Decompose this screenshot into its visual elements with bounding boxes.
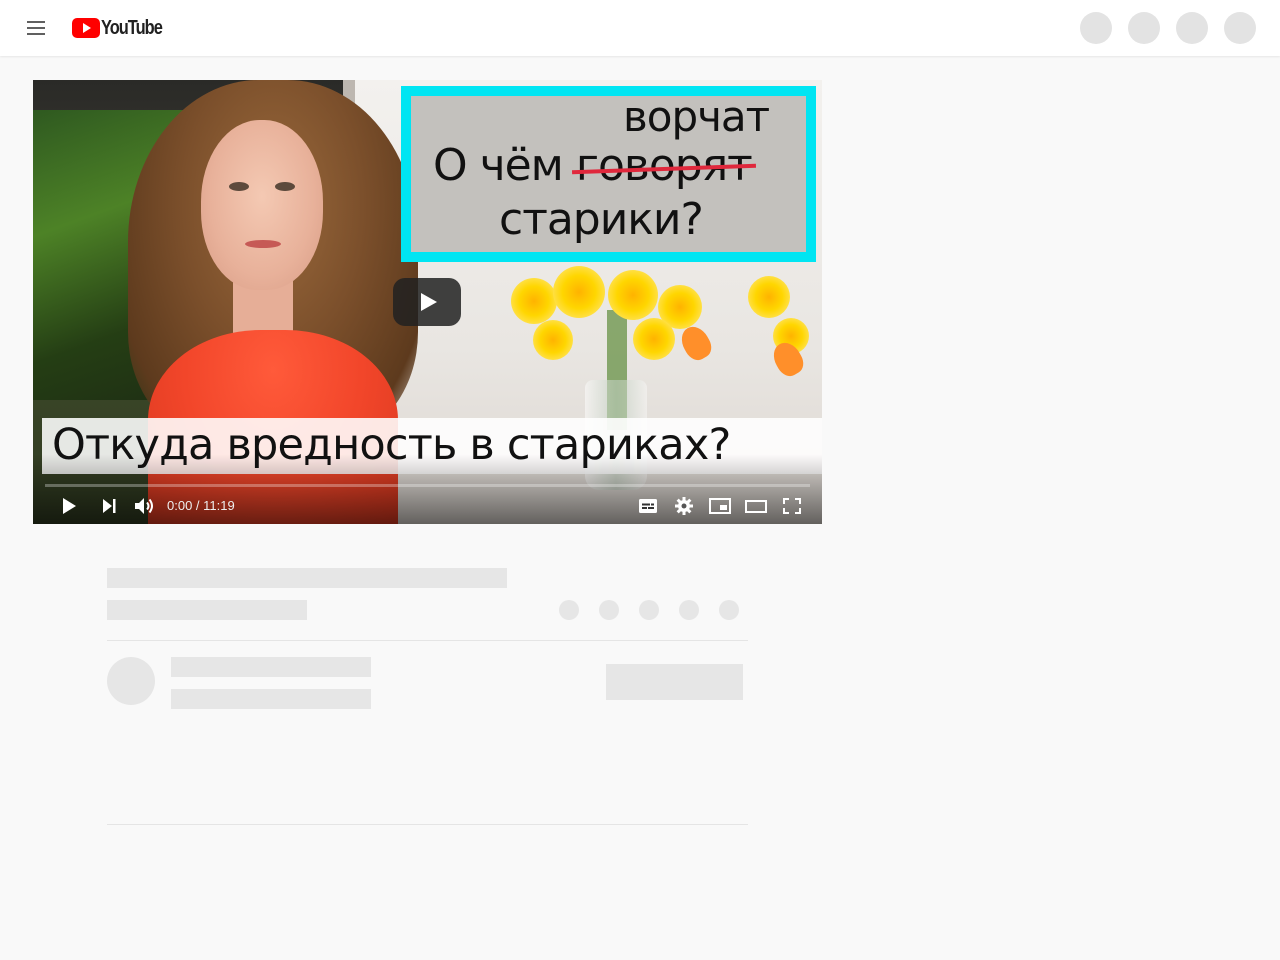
top-bar: YouTube <box>0 0 1280 56</box>
time-display: 0:00 / 11:19 <box>167 498 235 513</box>
theater-icon[interactable] <box>742 494 770 518</box>
caption-struck-word: говорят <box>575 140 753 191</box>
action-placeholder-2 <box>599 600 619 620</box>
subtitles-icon[interactable] <box>634 494 662 518</box>
caption-top-word: ворчат <box>623 92 770 141</box>
thumbnail-caption-box: ворчат О чём говорят старики? <box>401 86 816 262</box>
hamburger-menu-icon[interactable] <box>24 16 48 40</box>
youtube-logo[interactable]: YouTube <box>72 17 175 39</box>
header-placeholder-3 <box>1176 12 1208 44</box>
caption-line-2: О чём говорят <box>433 140 753 191</box>
divider <box>107 640 748 641</box>
caption-line-3: старики? <box>499 194 704 245</box>
divider <box>107 824 748 825</box>
channel-avatar-placeholder <box>107 657 155 705</box>
large-play-button[interactable] <box>393 278 461 326</box>
subscribe-button-placeholder <box>606 664 743 700</box>
views-placeholder <box>107 600 307 620</box>
settings-icon[interactable] <box>670 494 698 518</box>
person-face <box>201 120 323 290</box>
youtube-play-logo-icon <box>72 18 100 38</box>
header-placeholder-4 <box>1224 12 1256 44</box>
video-player[interactable]: ворчат О чём говорят старики? Откуда вре… <box>33 80 822 524</box>
fullscreen-icon[interactable] <box>778 494 806 518</box>
header-placeholder-2 <box>1128 12 1160 44</box>
action-placeholder-1 <box>559 600 579 620</box>
channel-name-placeholder <box>171 657 371 677</box>
volume-icon[interactable] <box>131 494 159 518</box>
action-placeholder-3 <box>639 600 659 620</box>
miniplayer-icon[interactable] <box>706 494 734 518</box>
caption-line-2-prefix: О чём <box>433 140 564 191</box>
action-placeholder-5 <box>719 600 739 620</box>
title-placeholder <box>107 568 507 588</box>
action-placeholder-4 <box>679 600 699 620</box>
progress-bar[interactable] <box>45 484 810 487</box>
next-icon[interactable] <box>95 494 123 518</box>
play-icon[interactable] <box>55 494 83 518</box>
header-placeholder-1 <box>1080 12 1112 44</box>
logo-text: YouTube <box>101 16 163 39</box>
subscriber-count-placeholder <box>171 689 371 709</box>
